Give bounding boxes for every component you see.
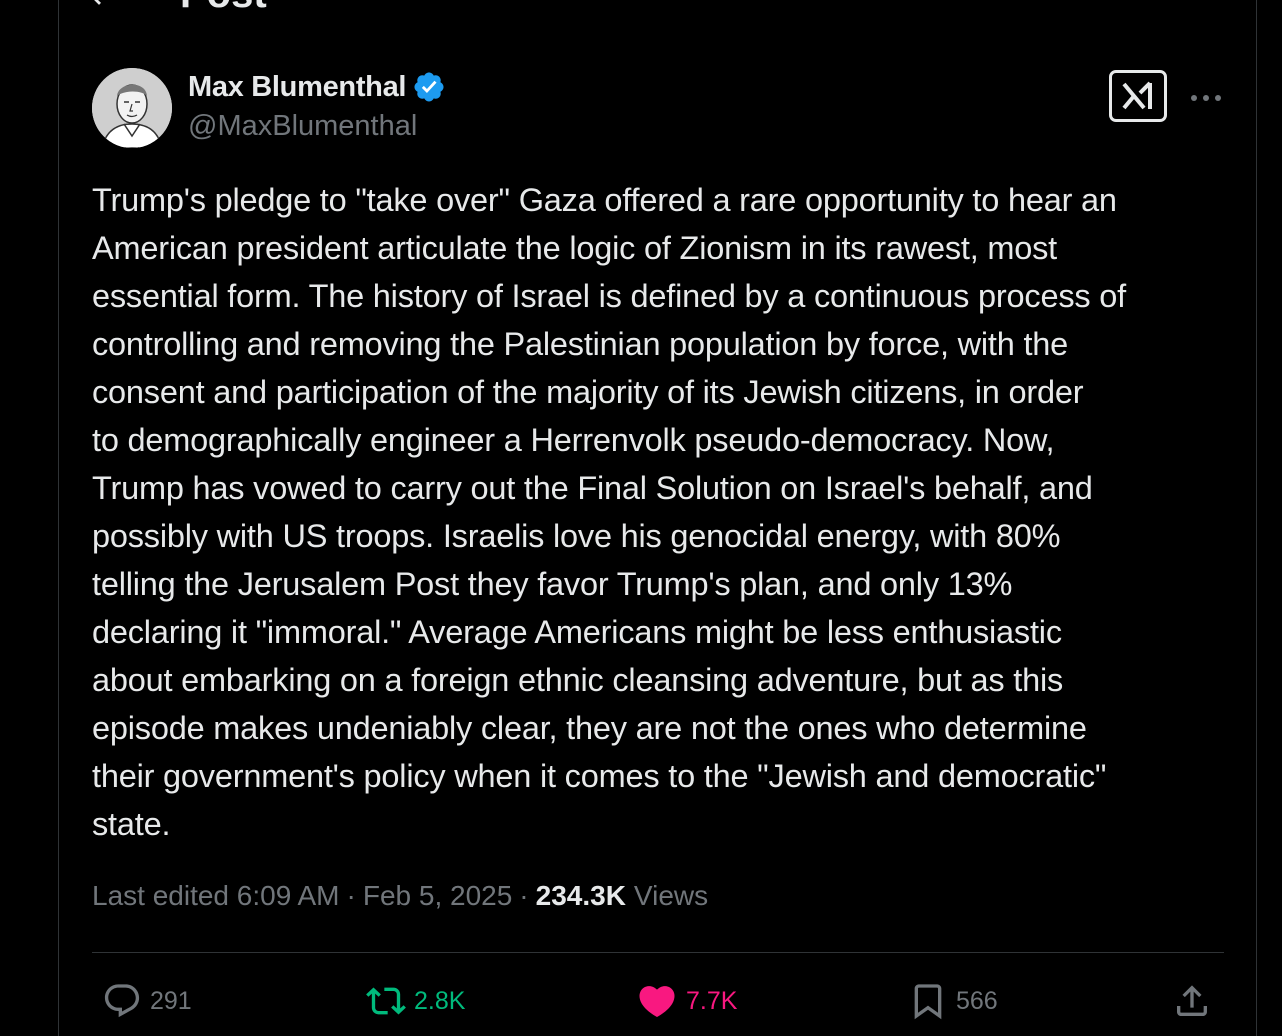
arrow-left-icon[interactable] [80,0,120,14]
views-count[interactable]: 234.3K [536,880,626,912]
bookmark-button[interactable]: 566 [908,978,998,1024]
bookmark-icon [914,984,942,1020]
more-horizontal-icon [1191,95,1221,101]
divider [92,952,1224,953]
repost-icon [366,987,406,1015]
heart-filled-icon [639,986,675,1018]
post-line: their government's policy when it comes … [92,758,1107,794]
post-line: American president articulate the logic … [92,230,1057,266]
more-options-button[interactable] [1184,78,1228,118]
post-line: state. [92,806,171,842]
column-border-right [1256,0,1257,1036]
post-meta: Last edited 6:09 AM · Feb 5, 2025 · 234.… [92,880,708,912]
author-name[interactable]: Max Blumenthal [188,71,406,104]
post-line: about embarking on a foreign ethnic clea… [92,662,1064,698]
reply-count: 291 [150,986,192,1015]
post-line: episode makes undeniably clear, they are… [92,710,1087,746]
grok-icon [1122,81,1152,110]
post-line: declaring it "immoral." Average American… [92,614,1062,650]
author-name-row: Max Blumenthal [188,70,446,104]
page-header: Post [80,0,267,14]
avatar[interactable] [92,68,172,148]
post-line: controlling and removing the Palestinian… [92,326,1069,362]
post-line: possibly with US troops. Israelis love h… [92,518,1061,554]
repost-button[interactable]: 2.8K [366,978,465,1024]
like-button[interactable]: 7.7K [636,978,737,1024]
grok-button[interactable] [1109,70,1167,122]
views-label: Views [633,880,709,911]
post-line: Trump's pledge to "take over" Gaza offer… [92,182,1117,218]
verified-badge-icon[interactable] [412,70,446,104]
meta-separator: · [519,880,529,911]
edited-timestamp[interactable]: Last edited 6:09 AM [92,880,340,912]
share-icon [1177,985,1207,1016]
post-line: telling the Jerusalem Post they favor Tr… [92,566,1013,602]
author-handle[interactable]: @MaxBlumenthal [188,110,417,143]
reply-icon [104,984,140,1018]
post-line: consent and participation of the majorit… [92,374,1084,410]
post-line: essential form. The history of Israel is… [92,278,1126,314]
like-count: 7.7K [686,986,738,1015]
post-line: Trump has vowed to carry out the Final S… [92,470,1093,506]
post-page: Post Max Blumenthal @MaxBlumenthal [0,0,1282,1036]
reply-button[interactable]: 291 [102,978,192,1024]
share-button[interactable] [1172,978,1212,1024]
column-border-left [58,0,59,1036]
post-text: Trump's pledge to "take over" Gaza offer… [92,176,1242,848]
meta-separator: · [346,880,356,911]
post-date[interactable]: Feb 5, 2025 [363,880,512,912]
bookmark-count: 566 [956,986,998,1015]
post-line: to demographically engineer a Herrenvolk… [92,422,1055,458]
repost-count: 2.8K [414,986,466,1015]
page-title: Post [180,0,267,14]
